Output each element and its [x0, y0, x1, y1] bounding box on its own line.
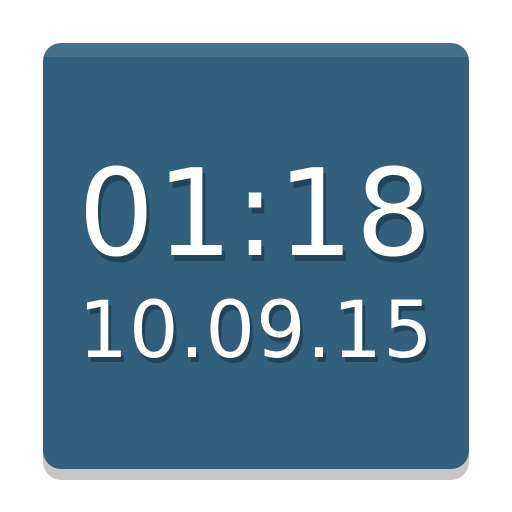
tile-highlight — [43, 43, 469, 57]
clock-time: 01:18 — [78, 145, 434, 284]
clock-tile: 01:18 10.09.15 — [43, 43, 469, 469]
clock-date: 10.09.15 — [78, 286, 434, 376]
